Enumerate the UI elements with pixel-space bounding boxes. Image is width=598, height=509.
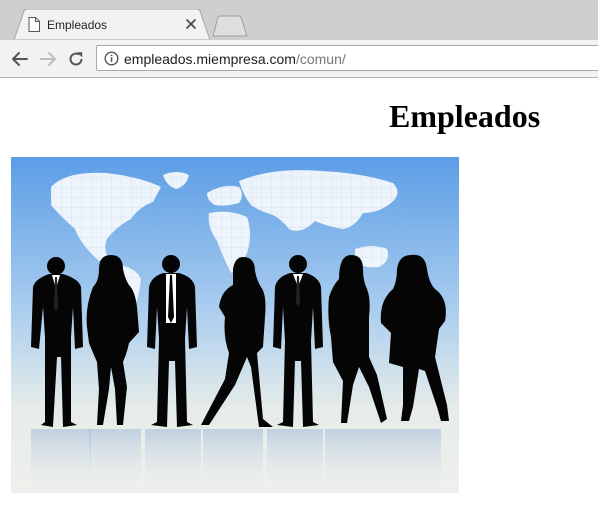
tab-strip: Empleados [0, 0, 598, 40]
close-icon[interactable] [184, 17, 198, 31]
floor-reflection [31, 429, 441, 489]
forward-button[interactable] [38, 49, 58, 69]
reload-icon [69, 52, 83, 66]
document-icon [28, 17, 40, 32]
reload-button[interactable] [66, 49, 86, 69]
page-content: Empleados [0, 78, 598, 509]
tab-shape [14, 9, 210, 40]
back-button[interactable] [10, 49, 30, 69]
address-bar[interactable]: empleados.miempresa.com/comun/ [96, 45, 598, 71]
new-tab-button[interactable] [212, 15, 248, 37]
arrow-right-icon [40, 52, 56, 66]
page-title: Empleados [389, 98, 541, 134]
url-path: /comun/ [295, 51, 346, 67]
browser-toolbar: empleados.miempresa.com/comun/ [0, 40, 598, 78]
tab-empleados[interactable]: Empleados [14, 9, 210, 40]
url-host: empleados.miempresa.com [124, 51, 296, 67]
info-icon[interactable] [104, 51, 119, 66]
arrow-left-icon [12, 52, 28, 66]
url-text[interactable]: empleados.miempresa.com/comun/ [124, 51, 346, 67]
employees-image [11, 157, 459, 493]
browser-window: Empleados empleados.miempresa.com/comun/… [0, 0, 598, 509]
tab-title: Empleados [47, 18, 108, 32]
